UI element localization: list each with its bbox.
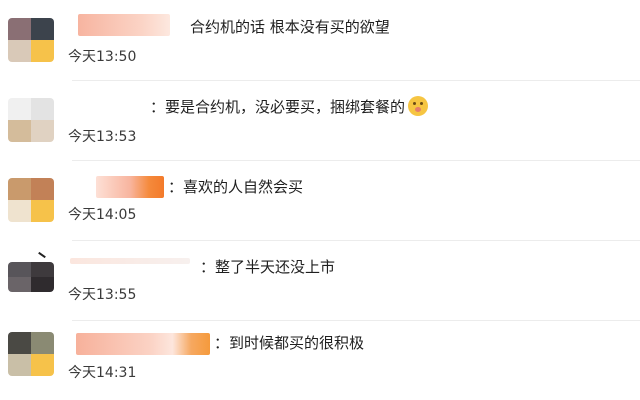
comment-text: ：到时候都买的很积极 [214, 334, 365, 352]
comment-text: 合约机的话 根本没有买的欲望 [190, 18, 390, 36]
avatar[interactable] [8, 98, 54, 142]
comment-item[interactable]: ：到时候都买的很积极 今天14:31 [0, 320, 640, 400]
comment-time: 今天14:31 [68, 365, 137, 381]
face-with-hand-over-mouth-icon [408, 96, 429, 116]
comment-list: 合约机的话 根本没有买的欲望 今天13:50 ：要是合约机，没必要买，捆绑套餐的… [0, 0, 640, 400]
avatar[interactable] [8, 332, 54, 376]
comment-item[interactable]: ：喜欢的人自然会买 今天14:05 [0, 160, 640, 240]
avatar[interactable] [8, 262, 54, 292]
comment-time: 今天13:50 [68, 49, 137, 65]
avatar-decoration [38, 251, 46, 259]
comment-item[interactable]: ：整了半天还没上市 今天13:55 [0, 240, 640, 320]
comment-text: ：要是合约机，没必要买，捆绑套餐的 [150, 96, 429, 118]
comment-time: 今天13:53 [68, 129, 137, 145]
comment-text: ：喜欢的人自然会买 [168, 178, 304, 196]
comment-item[interactable]: 合约机的话 根本没有买的欲望 今天13:50 [0, 0, 640, 80]
username-blurred[interactable] [78, 14, 170, 36]
username-blurred[interactable] [70, 258, 190, 264]
username-blurred[interactable] [96, 176, 164, 198]
comment-time: 今天14:05 [68, 207, 137, 223]
username-blurred[interactable] [76, 333, 210, 355]
avatar[interactable] [8, 178, 54, 222]
avatar[interactable] [8, 18, 54, 62]
comment-text: ：整了半天还没上市 [200, 258, 336, 276]
comment-item[interactable]: ：要是合约机，没必要买，捆绑套餐的 今天13:53 [0, 80, 640, 160]
comment-time: 今天13:55 [68, 287, 137, 303]
